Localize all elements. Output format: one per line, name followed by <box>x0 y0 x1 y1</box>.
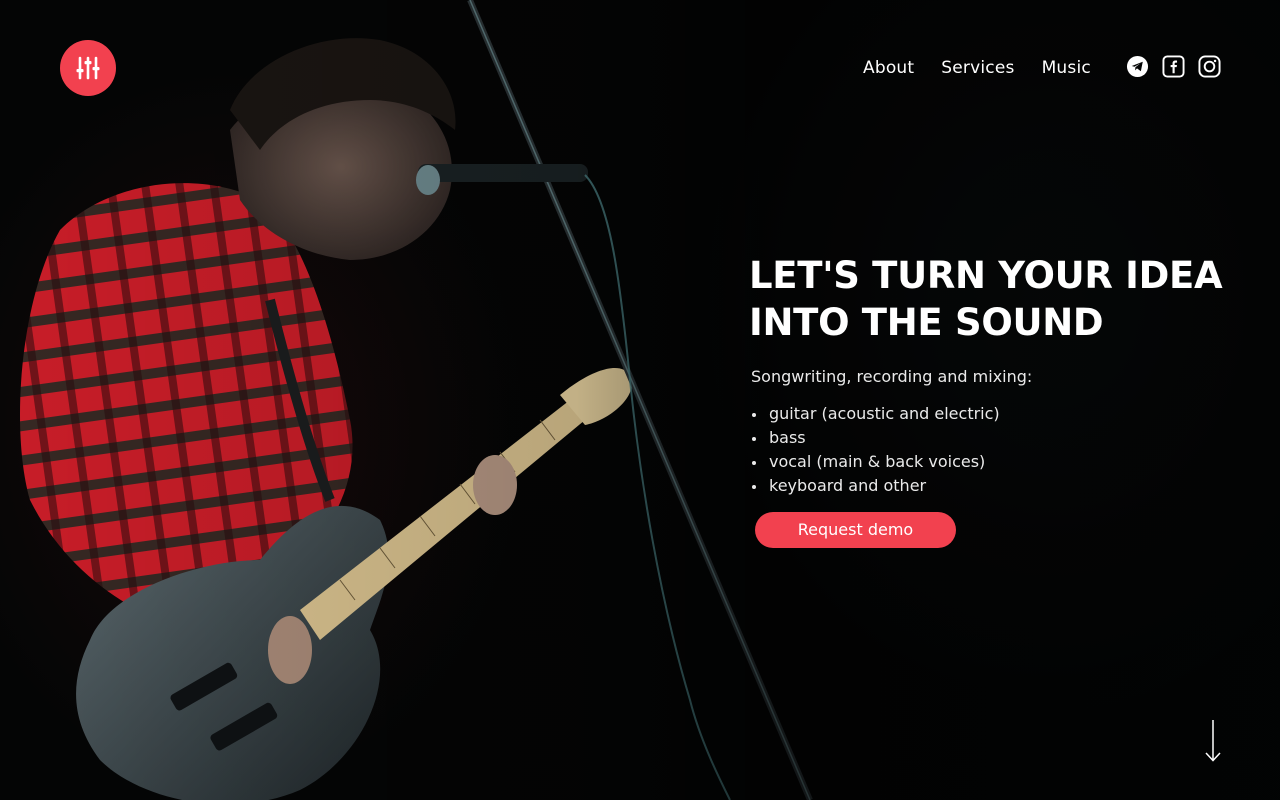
scroll-down-arrow-icon[interactable] <box>1203 718 1223 764</box>
main-nav: About Services Music <box>863 56 1091 80</box>
headline-line-1: LET'S TURN YOUR IDEA <box>749 254 1223 297</box>
services-list: guitar (acoustic and electric) bass voca… <box>751 402 1229 498</box>
list-item: guitar (acoustic and electric) <box>751 402 1229 426</box>
nav-services[interactable]: Services <box>941 56 1014 80</box>
request-demo-button[interactable]: Request demo <box>755 512 956 548</box>
headline-line-2: INTO THE SOUND <box>749 301 1104 344</box>
hero-headline: LET'S TURN YOUR IDEA INTO THE SOUND <box>749 252 1229 346</box>
list-item: bass <box>751 426 1229 450</box>
mixer-sliders-icon <box>76 56 100 80</box>
nav-music[interactable]: Music <box>1042 56 1091 80</box>
instagram-icon[interactable] <box>1198 55 1221 78</box>
list-item: vocal (main & back voices) <box>751 450 1229 474</box>
hero-content: LET'S TURN YOUR IDEA INTO THE SOUND Song… <box>749 252 1229 498</box>
facebook-icon[interactable] <box>1162 55 1185 78</box>
logo[interactable] <box>60 40 116 96</box>
list-item: keyboard and other <box>751 474 1229 498</box>
nav-about[interactable]: About <box>863 56 914 80</box>
services-lead: Songwriting, recording and mixing: <box>751 367 1033 386</box>
social-links <box>1126 55 1221 78</box>
telegram-icon[interactable] <box>1126 55 1149 78</box>
